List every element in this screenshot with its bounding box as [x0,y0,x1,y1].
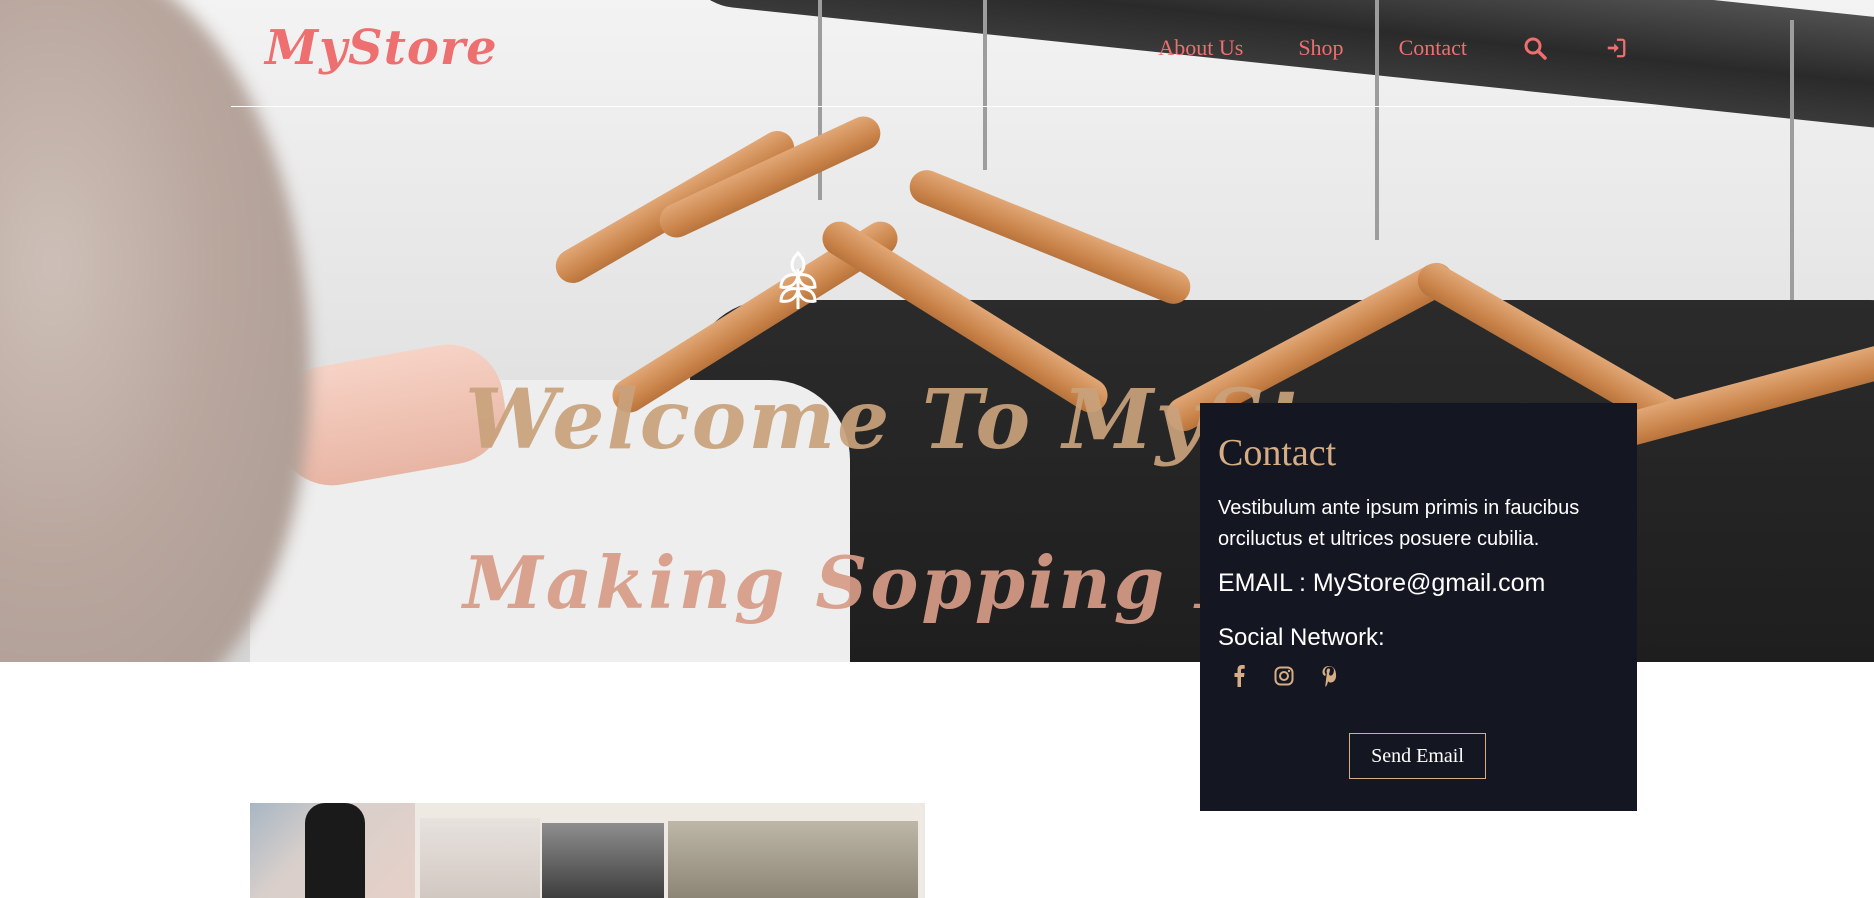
pinterest-icon[interactable] [1317,664,1341,688]
search-icon[interactable] [1522,35,1548,61]
nav-links: About Us Shop Contact [1103,35,1629,61]
wheat-leaf-icon [773,249,823,311]
contact-heading: Contact [1218,432,1337,474]
top-nav: MyStore About Us Shop Contact [0,0,1874,108]
nav-divider [231,106,1656,107]
store-logo[interactable]: MyStore [265,20,498,76]
nav-shop[interactable]: Shop [1298,35,1343,61]
contact-panel: Contact Vestibulum ante ipsum primis in … [1200,403,1637,811]
contact-email: EMAIL : MyStore@gmail.com [1218,569,1546,597]
contact-description: Vestibulum ante ipsum primis in faucibus… [1218,497,1580,550]
social-links [1218,664,1619,688]
fashion-collage-image [250,803,925,898]
nav-about-us[interactable]: About Us [1158,35,1243,61]
social-network-heading: Social Network: [1218,624,1385,651]
nav-contact[interactable]: Contact [1399,35,1467,61]
send-email-button[interactable]: Send Email [1349,733,1486,779]
instagram-icon[interactable] [1272,664,1296,688]
facebook-icon[interactable] [1227,664,1251,688]
sign-in-icon[interactable] [1603,35,1629,61]
